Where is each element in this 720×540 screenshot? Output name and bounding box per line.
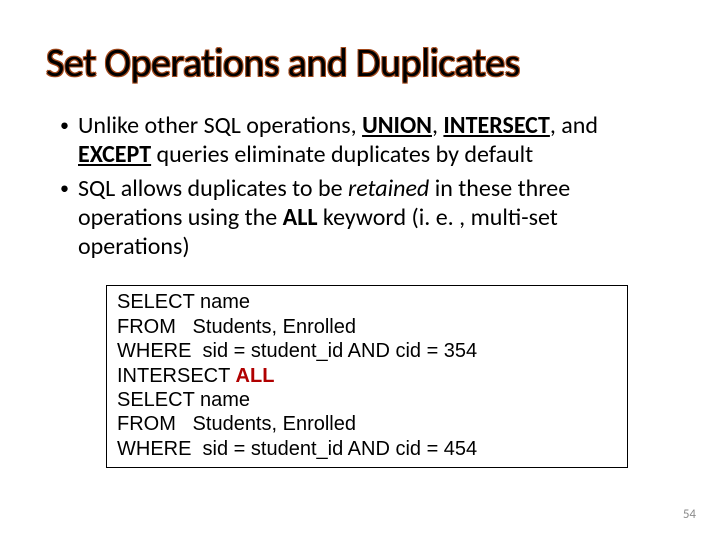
emphasis-retained: retained [348, 174, 429, 203]
page-number: 54 [683, 507, 696, 522]
code-line: INTERSECT ALL [117, 364, 617, 388]
text-run: SQL allows duplicates to be [78, 174, 348, 203]
code-line: WHERE sid = student_id AND cid = 454 [117, 437, 617, 461]
text-run: INTERSECT [117, 365, 236, 387]
keyword-all: ALL [283, 203, 318, 232]
bullet-list: Unlike other SQL operations, UNION, INTE… [40, 111, 680, 261]
keyword-intersect: INTERSECT [443, 111, 549, 140]
code-line: FROM Students, Enrolled [117, 412, 617, 436]
bullet-item: SQL allows duplicates to be retained in … [60, 174, 670, 262]
text-run: , and [550, 111, 598, 140]
text-run: , [432, 111, 443, 140]
slide-title: Set Operations and Duplicates [46, 38, 680, 87]
code-line: FROM Students, Enrolled [117, 315, 617, 339]
keyword-union: UNION [362, 111, 432, 140]
bullet-item: Unlike other SQL operations, UNION, INTE… [60, 111, 670, 170]
keyword-all-highlight: ALL [236, 365, 275, 387]
text-run: Unlike other SQL operations, [78, 111, 362, 140]
sql-code-box: SELECT name FROM Students, Enrolled WHER… [106, 285, 628, 468]
slide: Set Operations and Duplicates Unlike oth… [0, 0, 720, 540]
code-line: WHERE sid = student_id AND cid = 354 [117, 339, 617, 363]
code-line: SELECT name [117, 290, 617, 314]
code-line: SELECT name [117, 388, 617, 412]
keyword-except: EXCEPT [78, 140, 151, 169]
text-run: queries eliminate duplicates by default [151, 140, 533, 169]
